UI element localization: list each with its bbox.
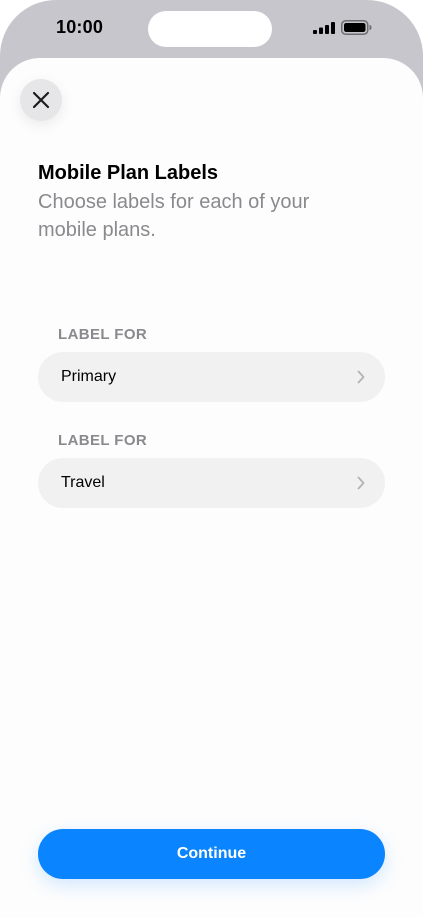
- page-title: Mobile Plan Labels: [38, 162, 219, 184]
- label-value-primary: Primary: [61, 368, 117, 385]
- label-row-primary[interactable]: Primary: [38, 352, 385, 402]
- battery-icon: [341, 20, 372, 35]
- modal-sheet: Mobile Plan Labels Choose labels for eac…: [0, 58, 423, 917]
- section-header-travel: LABEL FOR: [58, 432, 148, 449]
- dynamic-island: [148, 11, 272, 47]
- phone-screen: 10:00 Mobile Plan Labels Choose labels f…: [0, 0, 423, 917]
- close-button[interactable]: [20, 79, 62, 121]
- chevron-right-icon: [357, 370, 365, 384]
- page-subtitle: Choose labels for each of your mobile pl…: [38, 191, 310, 241]
- cellular-signal-icon: [313, 22, 335, 34]
- close-icon: [32, 91, 50, 109]
- chevron-right-icon: [357, 476, 365, 490]
- continue-button-label: Continue: [176, 845, 247, 862]
- status-time: 10:00: [56, 17, 104, 37]
- label-value-travel: Travel: [61, 474, 105, 491]
- label-row-travel[interactable]: Travel: [38, 458, 385, 508]
- continue-button[interactable]: Continue: [38, 829, 385, 879]
- section-header-primary: LABEL FOR: [58, 326, 148, 343]
- status-bar: 10:00: [0, 0, 423, 58]
